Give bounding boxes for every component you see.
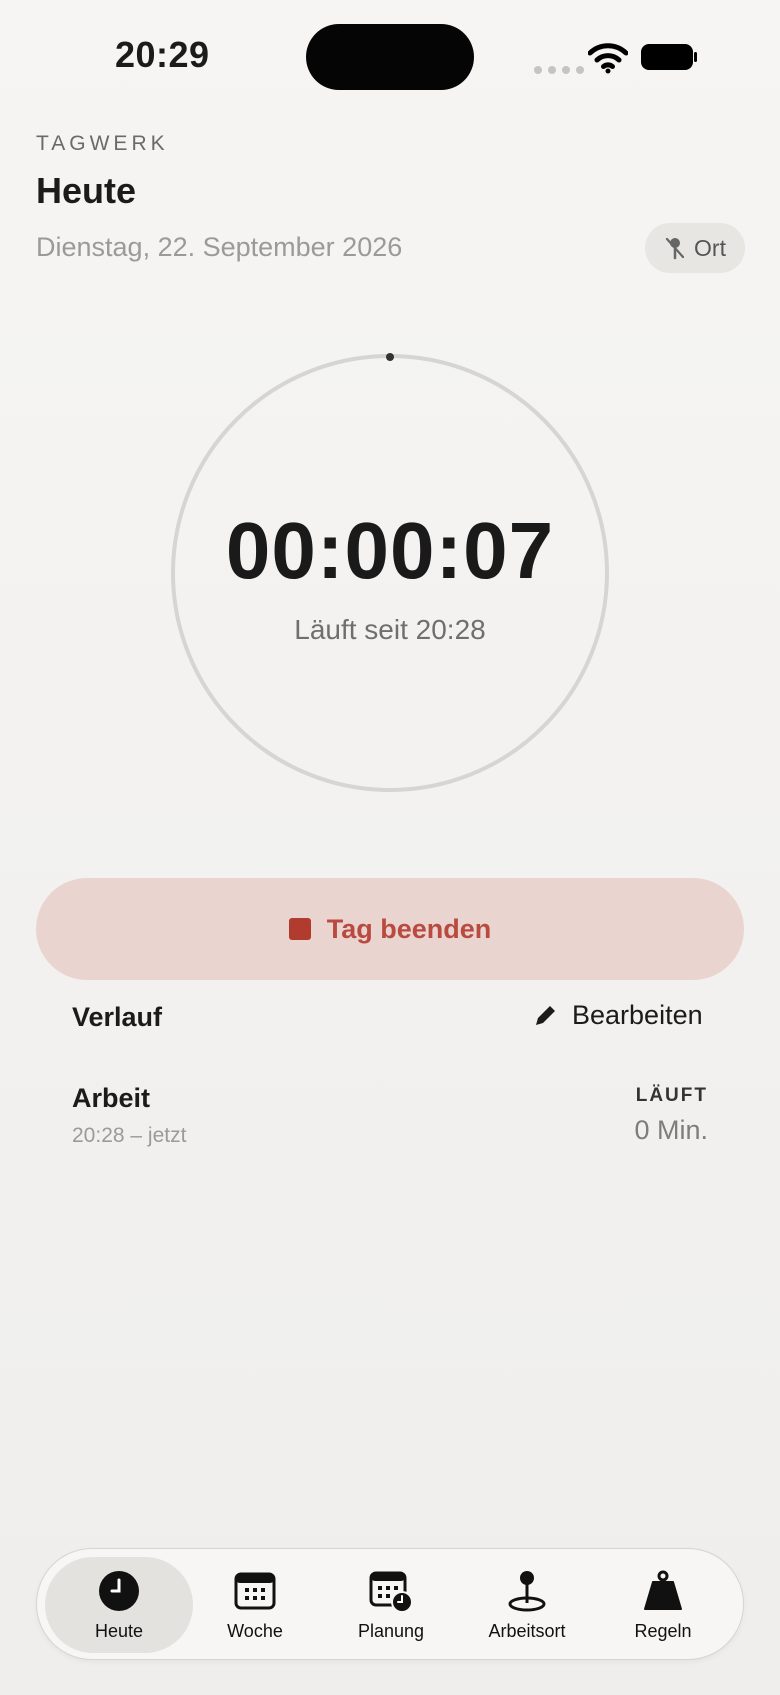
entry-duration: 0 Min.	[634, 1115, 708, 1145]
status-time: 20:29	[115, 34, 210, 75]
location-pin-off-icon	[665, 237, 685, 260]
tab-label: Regeln	[634, 1620, 692, 1641]
end-day-label: Tag beenden	[326, 913, 492, 944]
timer-progress-dot	[386, 353, 394, 361]
tab-heute[interactable]: Heute	[54, 1549, 184, 1661]
timer-subtitle: Läuft seit 20:28	[294, 614, 486, 645]
tab-planung[interactable]: Planung	[326, 1549, 456, 1661]
tab-woche[interactable]: Woche	[190, 1549, 320, 1661]
edit-label: Bearbeiten	[572, 1000, 703, 1030]
tab-regeln[interactable]: Regeln	[598, 1549, 728, 1661]
tab-bar: Heute Woche Planung Arbeitsort Regeln	[36, 1548, 744, 1660]
map-pin-icon	[508, 1570, 546, 1611]
location-button-label: Ort	[694, 234, 726, 261]
battery-icon	[641, 44, 697, 70]
end-day-button[interactable]: Tag beenden	[36, 878, 744, 980]
entry-name: Arbeit	[72, 1083, 151, 1113]
current-date: Dienstag, 22. September 2026	[36, 232, 403, 262]
tab-label: Arbeitsort	[488, 1620, 566, 1641]
page-title: Heute	[36, 170, 137, 211]
pencil-icon	[536, 1005, 555, 1025]
calendar-icon	[234, 1572, 276, 1609]
tab-label: Woche	[227, 1620, 283, 1641]
tab-label: Heute	[94, 1620, 144, 1641]
entry-status-badge: LÄUFT	[635, 1085, 708, 1106]
tab-label: Planung	[357, 1620, 425, 1641]
entry-time-range: 20:28 – jetzt	[72, 1124, 187, 1147]
location-button[interactable]: Ort	[645, 223, 745, 273]
weight-icon	[644, 1570, 682, 1610]
history-title: Verlauf	[72, 1002, 163, 1032]
wifi-icon	[588, 43, 628, 74]
calendar-clock-icon	[369, 1571, 413, 1613]
clock-icon	[99, 1570, 139, 1611]
stop-icon	[288, 918, 311, 940]
tab-arbeitsort[interactable]: Arbeitsort	[462, 1549, 592, 1661]
app-brand: TAGWERK	[36, 132, 169, 155]
cellular-signal-icon	[534, 66, 584, 74]
dynamic-island	[306, 24, 474, 90]
timer-value: 00:00:07	[225, 506, 555, 595]
edit-history-button[interactable]: Bearbeiten	[532, 1000, 703, 1031]
